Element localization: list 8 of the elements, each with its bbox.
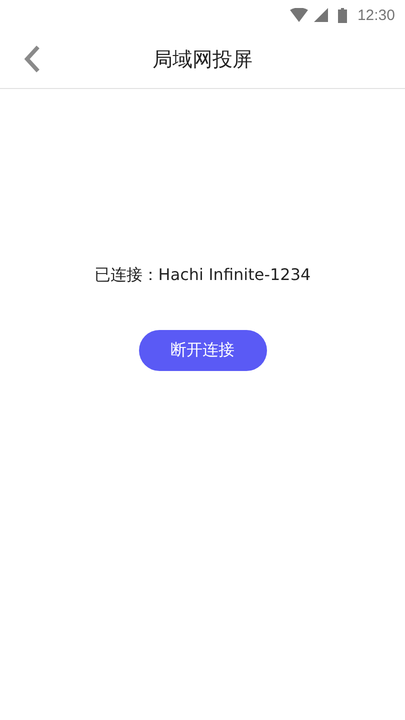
wifi-icon	[290, 8, 308, 22]
battery-icon	[338, 8, 348, 22]
page-title: 局域网投屏	[152, 46, 252, 72]
connection-status: 已连接：Hachi Infinite-1234	[94, 265, 311, 286]
disconnect-button[interactable]: 断开连接	[138, 330, 266, 371]
back-icon[interactable]	[24, 45, 40, 73]
signal-icon	[314, 8, 328, 22]
status-time: 12:30	[357, 6, 395, 24]
